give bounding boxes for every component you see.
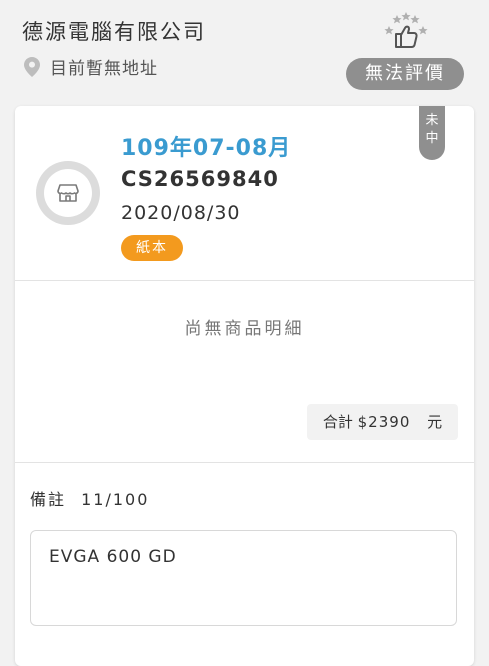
store-name: 德源電腦有限公司 [22, 20, 206, 44]
total-box: 合計 $2390 元 [307, 404, 458, 440]
invoice-type-badge: 紙本 [121, 235, 183, 261]
note-field[interactable]: EVGA 600 GD [30, 530, 457, 626]
invoice-period: 109年07-08月 [121, 136, 292, 161]
invoice-number: CS26569840 [121, 167, 279, 191]
store-address: 目前暫無地址 [50, 59, 158, 79]
invoice-card: 109年07-08月 CS26569840 2020/08/30 紙本 未中 尚… [15, 106, 474, 666]
note-label: 備註 [30, 490, 67, 509]
note-char-count: 11/100 [81, 490, 150, 509]
store-avatar [36, 161, 100, 225]
prize-status-tag: 未中 [419, 106, 445, 160]
invoice-date: 2020/08/30 [121, 202, 241, 224]
store-header: 德源電腦有限公司 目前暫無地址 無法評價 [0, 0, 489, 100]
rating-button[interactable]: 無法評價 [346, 58, 464, 90]
rating-section: 無法評價 [346, 10, 464, 92]
total-unit: 元 [427, 413, 443, 431]
address-row: 目前暫無地址 [24, 54, 158, 79]
location-pin-icon [24, 56, 40, 77]
store-icon [57, 184, 79, 202]
divider [15, 280, 474, 281]
divider [15, 462, 474, 463]
no-items-message: 尚無商品明細 [184, 319, 305, 339]
total-amount: $2390 [357, 413, 411, 431]
thumbs-up-stars-icon [384, 12, 428, 48]
note-header: 備註 11/100 [30, 486, 149, 510]
prize-status-text: 未中 [425, 113, 439, 146]
total-label: 合計 [322, 413, 353, 431]
